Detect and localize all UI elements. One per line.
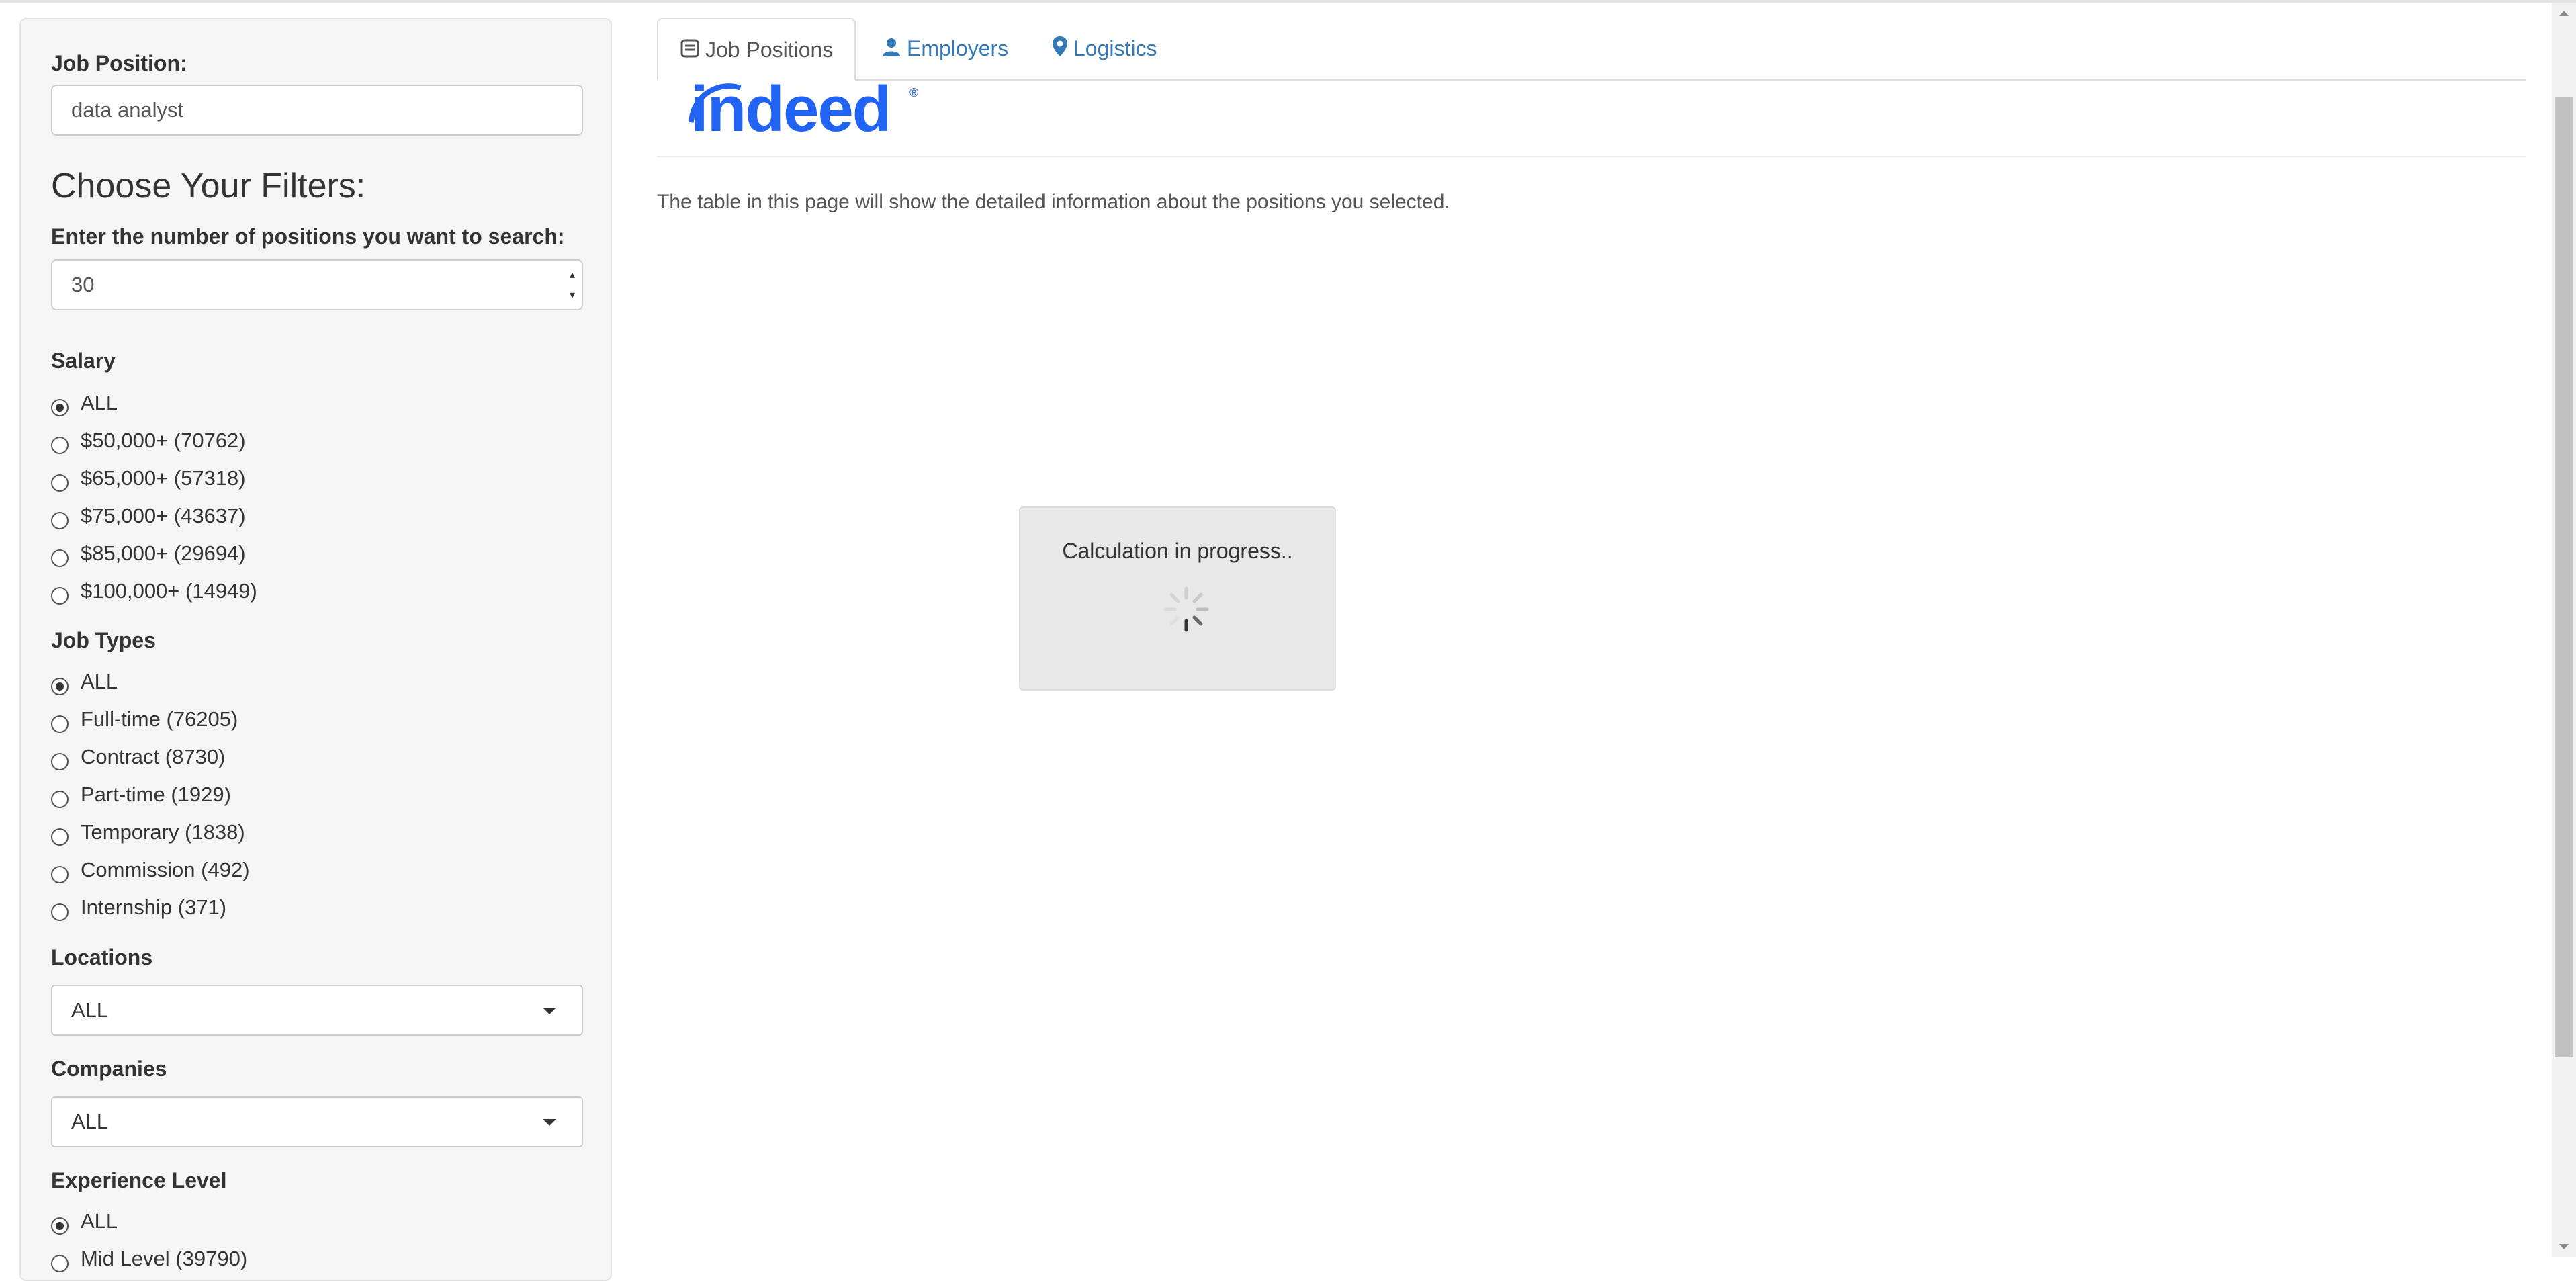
salary-option-label: $75,000+ (43637) bbox=[81, 504, 246, 527]
locations-selected: ALL bbox=[71, 998, 109, 1022]
experience-radio[interactable] bbox=[51, 1217, 69, 1235]
tab-label: Job Positions bbox=[705, 38, 834, 62]
divider bbox=[657, 156, 2526, 157]
map-marker-icon bbox=[1052, 19, 1068, 81]
job-type-option[interactable]: Full-time (76205) bbox=[51, 706, 521, 740]
tab-label: Logistics bbox=[1073, 36, 1157, 60]
salary-radio[interactable] bbox=[51, 587, 69, 605]
job-type-option[interactable]: Part-time (1929) bbox=[51, 781, 521, 815]
scroll-up-icon[interactable] bbox=[2559, 11, 2569, 16]
progress-notification: Calculation in progress.. bbox=[1019, 506, 1336, 691]
filters-heading: Choose Your Filters: bbox=[51, 167, 366, 206]
user-icon bbox=[881, 19, 901, 81]
job-type-option[interactable]: Temporary (1838) bbox=[51, 819, 521, 852]
salary-radio[interactable] bbox=[51, 474, 69, 492]
companies-selected: ALL bbox=[71, 1110, 109, 1133]
job-types-label: Job Types bbox=[51, 628, 156, 652]
salary-option-label: $100,000+ (14949) bbox=[81, 579, 257, 603]
job-type-option-label: Commission (492) bbox=[81, 858, 250, 881]
job-type-option-label: Part-time (1929) bbox=[81, 783, 231, 806]
job-type-option[interactable]: Commission (492) bbox=[51, 856, 521, 890]
job-type-option[interactable]: Contract (8730) bbox=[51, 744, 521, 777]
job-type-radio[interactable] bbox=[51, 866, 69, 883]
tab-job-positions[interactable]: Job Positions bbox=[657, 18, 856, 81]
registered-mark: ® bbox=[909, 86, 919, 99]
tab-employers[interactable]: Employers bbox=[860, 18, 1030, 79]
salary-option[interactable]: $50,000+ (70762) bbox=[51, 427, 521, 461]
job-type-option-label: Temporary (1838) bbox=[81, 820, 245, 844]
tab-label: Employers bbox=[907, 36, 1009, 60]
job-type-option[interactable]: ALL bbox=[51, 668, 521, 702]
spinner-up-icon[interactable]: ▴ bbox=[570, 266, 575, 285]
filter-sidebar: Job Position: data analyst Choose Your F… bbox=[19, 18, 612, 1281]
job-type-radio[interactable] bbox=[51, 903, 69, 921]
salary-radio[interactable] bbox=[51, 437, 69, 454]
salary-option[interactable]: $85,000+ (29694) bbox=[51, 540, 521, 574]
job-type-option-label: ALL bbox=[81, 670, 118, 693]
salary-option-label: $85,000+ (29694) bbox=[81, 541, 246, 565]
companies-select[interactable]: ALL bbox=[51, 1096, 583, 1147]
salary-radio[interactable] bbox=[51, 399, 69, 416]
job-position-label: Job Position: bbox=[51, 51, 187, 75]
experience-label: Experience Level bbox=[51, 1168, 227, 1192]
top-border bbox=[0, 0, 2576, 3]
locations-select[interactable]: ALL bbox=[51, 985, 583, 1036]
experience-option-label: ALL bbox=[81, 1209, 118, 1233]
job-type-option-label: Full-time (76205) bbox=[81, 707, 238, 731]
job-type-option-label: Contract (8730) bbox=[81, 745, 226, 768]
scroll-down-icon[interactable] bbox=[2559, 1244, 2569, 1249]
num-positions-value: 30 bbox=[71, 273, 95, 296]
loading-spinner-icon bbox=[1163, 586, 1209, 632]
experience-option[interactable]: ALL bbox=[51, 1208, 521, 1241]
tab-logistics[interactable]: Logistics bbox=[1030, 18, 1179, 79]
companies-label: Companies bbox=[51, 1057, 167, 1081]
page-scrollbar[interactable] bbox=[2552, 3, 2576, 1257]
salary-option[interactable]: $100,000+ (14949) bbox=[51, 578, 521, 611]
chevron-down-icon bbox=[543, 1008, 556, 1014]
job-type-option[interactable]: Internship (371) bbox=[51, 894, 521, 928]
num-positions-label: Enter the number of positions you want t… bbox=[51, 224, 565, 249]
salary-radio[interactable] bbox=[51, 549, 69, 567]
indeed-logo: indeed bbox=[691, 73, 891, 145]
number-spinner[interactable]: ▴ ▾ bbox=[567, 266, 578, 305]
job-type-radio[interactable] bbox=[51, 828, 69, 846]
salary-option[interactable]: $75,000+ (43637) bbox=[51, 502, 521, 536]
job-type-radio[interactable] bbox=[51, 753, 69, 770]
page-description: The table in this page will show the det… bbox=[657, 191, 1450, 213]
chevron-down-icon bbox=[543, 1119, 556, 1126]
experience-option-label: Mid Level (39790) bbox=[81, 1247, 248, 1270]
locations-label: Locations bbox=[51, 945, 153, 969]
scroll-thumb[interactable] bbox=[2555, 97, 2573, 1057]
spinner-down-icon[interactable]: ▾ bbox=[570, 286, 575, 305]
tab-bar: Job Positions Employers Logistics bbox=[657, 18, 2526, 81]
salary-label: Salary bbox=[51, 349, 116, 373]
job-type-radio[interactable] bbox=[51, 678, 69, 695]
salary-option-label: $65,000+ (57318) bbox=[81, 466, 246, 490]
job-position-input[interactable]: data analyst bbox=[51, 85, 583, 136]
salary-option-label: ALL bbox=[81, 391, 118, 414]
experience-option[interactable]: Mid Level (39790) bbox=[51, 1245, 521, 1279]
progress-message: Calculation in progress.. bbox=[1062, 539, 1293, 563]
salary-option[interactable]: $65,000+ (57318) bbox=[51, 465, 521, 498]
job-type-radio[interactable] bbox=[51, 715, 69, 733]
num-positions-input[interactable]: 30 ▴ ▾ bbox=[51, 259, 583, 310]
salary-option[interactable]: ALL bbox=[51, 390, 521, 423]
job-type-radio[interactable] bbox=[51, 791, 69, 808]
salary-radio[interactable] bbox=[51, 512, 69, 529]
job-type-option-label: Internship (371) bbox=[81, 895, 227, 919]
salary-option-label: $50,000+ (70762) bbox=[81, 429, 246, 452]
